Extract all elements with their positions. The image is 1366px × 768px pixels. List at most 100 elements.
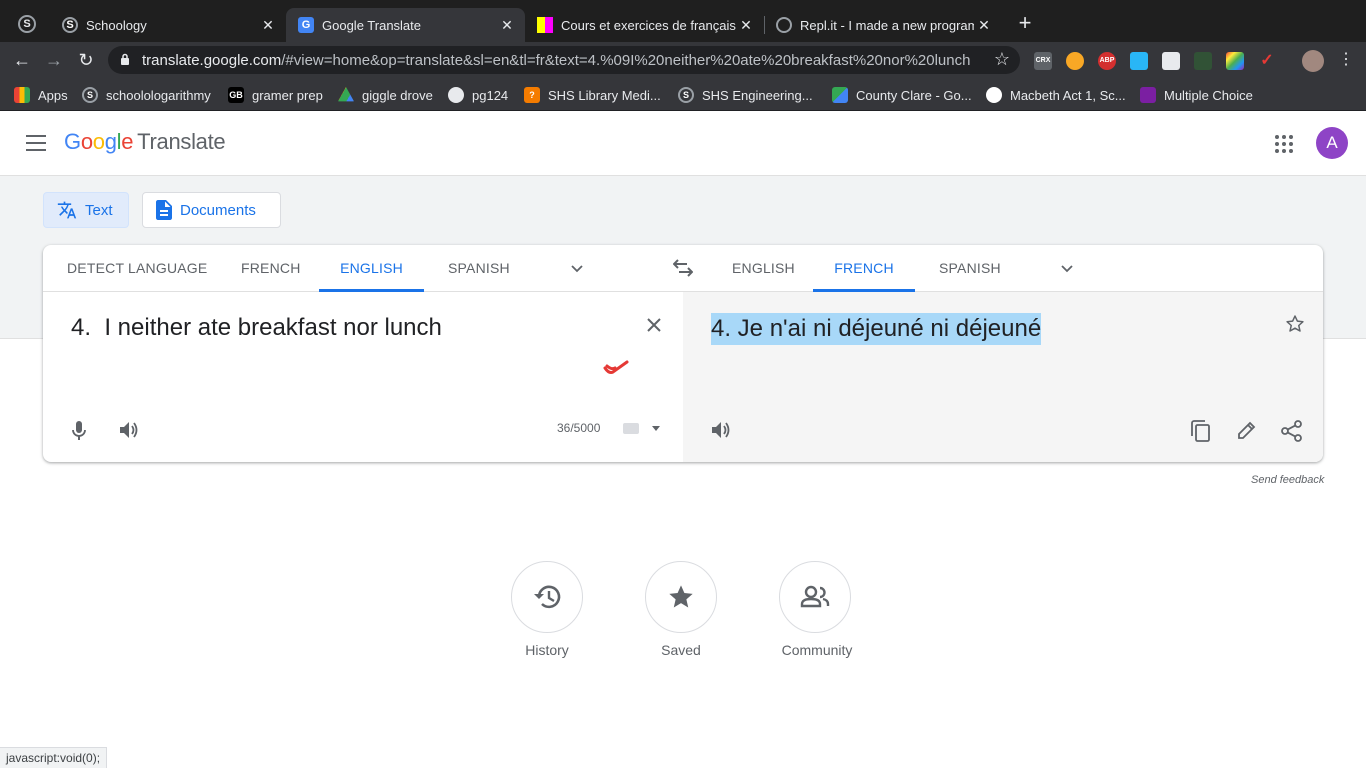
swap-languages-icon[interactable] <box>673 259 693 277</box>
edit-pencil-icon[interactable] <box>1237 420 1257 440</box>
target-lang-french[interactable]: French <box>813 245 915 292</box>
clear-source-close-icon[interactable] <box>645 316 663 334</box>
source-textarea[interactable]: 4. I neither ate breakfast nor lunch <box>71 314 442 342</box>
address-bar[interactable]: translate.google.com/#view=home&op=trans… <box>108 46 1020 74</box>
history-icon <box>534 585 561 609</box>
reload-icon[interactable]: ↻ <box>74 48 98 72</box>
globe-icon <box>448 87 464 103</box>
briefcase-extension-icon[interactable] <box>1162 52 1180 70</box>
lock-icon <box>121 53 129 65</box>
product-name: Translate <box>137 129 226 154</box>
translation-card: Detect language French English Spanish E… <box>43 245 1323 462</box>
forward-arrow-icon[interactable]: → <box>42 48 66 72</box>
target-lang-english[interactable]: English <box>732 245 795 292</box>
bookmark-county-clare[interactable]: County Clare - Go... <box>832 85 972 105</box>
close-tab-icon[interactable]: ✕ <box>974 17 994 34</box>
google-translate-logo[interactable]: Google Translate <box>64 129 226 155</box>
bookmark-label: pg124 <box>472 87 509 103</box>
source-pane: 4. I neither ate breakfast nor lunch 36/… <box>43 292 683 462</box>
text-mode-button[interactable]: Text <box>43 192 129 228</box>
saved-label: Saved <box>661 642 701 658</box>
keyboard-icon[interactable] <box>623 423 639 434</box>
bookmark-giggle-drove[interactable]: giggle drove <box>338 85 433 105</box>
bookmark-label: Macbeth Act 1, Sc... <box>1010 87 1126 103</box>
maps-icon <box>832 87 848 103</box>
bookmark-label: County Clare - Go... <box>856 87 972 103</box>
source-speaker-icon[interactable] <box>119 420 141 440</box>
new-tab-plus-icon[interactable]: + <box>1014 12 1036 34</box>
share-icon[interactable] <box>1281 420 1303 442</box>
apps-grid-icon <box>14 87 30 103</box>
documents-mode-button[interactable]: Documents <box>142 192 281 228</box>
copy-icon[interactable] <box>1191 420 1211 442</box>
bookmark-star-icon[interactable]: ☆ <box>994 49 1010 70</box>
red-checkmark-icon <box>603 360 629 374</box>
history-label: History <box>525 642 569 658</box>
translate-icon <box>57 201 77 219</box>
input-tools-caret-icon[interactable] <box>652 426 660 431</box>
colorful-favicon-icon <box>537 17 553 33</box>
bookmark-apps[interactable]: Apps <box>14 85 68 105</box>
bookmark-schoolologarithmy[interactable]: S schoolologarithmy <box>82 85 211 105</box>
document-icon <box>156 200 172 220</box>
target-lang-spanish[interactable]: Spanish <box>939 245 1001 292</box>
bookmark-macbeth[interactable]: Macbeth Act 1, Sc... <box>986 85 1126 105</box>
bookmark-gramer-prep[interactable]: GB gramer prep <box>228 85 323 105</box>
tab-title: Schoology <box>86 17 147 33</box>
profile-avatar[interactable] <box>1302 50 1324 72</box>
close-tab-icon[interactable]: ✕ <box>258 17 278 34</box>
close-tab-icon[interactable]: ✕ <box>736 17 756 34</box>
rainbow-extension-icon[interactable] <box>1226 52 1244 70</box>
green-extension-icon[interactable] <box>1194 52 1212 70</box>
gb-icon: GB <box>228 87 244 103</box>
bookmark-multiple-choice[interactable]: Multiple Choice <box>1140 85 1253 105</box>
tab-schoology[interactable]: S Schoology ✕ <box>50 8 286 42</box>
source-lang-french[interactable]: French <box>241 245 301 292</box>
target-speaker-icon[interactable] <box>711 420 733 440</box>
google-translate-favicon-icon: G <box>298 17 314 33</box>
microphone-icon[interactable] <box>71 420 87 442</box>
owl-extension-icon[interactable] <box>1066 52 1084 70</box>
back-arrow-icon[interactable]: ← <box>10 48 34 72</box>
close-tab-icon[interactable]: ✕ <box>497 17 517 34</box>
tab-google-translate[interactable]: G Google Translate ✕ <box>286 8 525 42</box>
source-lang-detect[interactable]: Detect language <box>67 245 207 292</box>
hamburger-menu-icon[interactable] <box>26 135 46 151</box>
send-feedback-link[interactable]: Send feedback <box>1251 474 1324 486</box>
bookmark-pg124[interactable]: pg124 <box>448 85 508 105</box>
bookmarks-bar: Apps S schoolologarithmy GB gramer prep … <box>0 78 1366 111</box>
bookmark-shs-engineering[interactable]: S SHS Engineering... <box>678 85 813 105</box>
tab-cours-francais[interactable]: Cours et exercices de français ✕ <box>525 8 764 42</box>
google-apps-grid-icon[interactable] <box>1275 135 1293 153</box>
source-lang-chevron-down-icon[interactable] <box>571 262 583 274</box>
tab-replit[interactable]: Repl.it - I made a new program ✕ <box>764 8 1002 42</box>
saved-button[interactable] <box>645 561 717 633</box>
save-translation-star-icon[interactable] <box>1285 314 1305 334</box>
history-button[interactable] <box>511 561 583 633</box>
red-check-extension-icon[interactable]: ✓ <box>1258 52 1276 70</box>
schoology-pinned-icon[interactable]: S <box>18 15 36 33</box>
source-lang-spanish[interactable]: Spanish <box>448 245 510 292</box>
language-bar: Detect language French English Spanish E… <box>43 245 1323 292</box>
url-path: /#view=home&op=translate&sl=en&tl=fr&tex… <box>281 52 971 69</box>
translate-header: Google Translate A <box>0 111 1366 176</box>
community-label: Community <box>781 642 853 658</box>
documents-mode-label: Documents <box>180 201 256 219</box>
target-lang-chevron-down-icon[interactable] <box>1061 262 1073 274</box>
bookmark-label: Apps <box>38 87 68 103</box>
translation-output[interactable]: 4. Je n'ai ni déjeuné ni déjeuné <box>711 313 1042 345</box>
community-button[interactable] <box>779 561 851 633</box>
adblock-plus-icon[interactable]: ABP <box>1098 52 1116 70</box>
bookmark-shs-library[interactable]: ? SHS Library Medi... <box>524 85 661 105</box>
crx-extension-icon[interactable]: CRX <box>1034 52 1052 70</box>
menu-kebab-icon[interactable]: ⋮ <box>1334 48 1358 72</box>
target-pane: 4. Je n'ai ni déjeuné ni déjeuné <box>683 292 1323 462</box>
tab-title: Google Translate <box>322 17 422 33</box>
blue-extension-icon[interactable] <box>1130 52 1148 70</box>
schoology-icon: S <box>678 87 694 103</box>
bookmark-label: Multiple Choice <box>1164 87 1253 103</box>
account-avatar[interactable]: A <box>1316 127 1348 159</box>
text-mode-label: Text <box>85 201 113 219</box>
source-lang-english[interactable]: English <box>319 245 424 292</box>
browser-toolbar: ← → ↻ translate.google.com/#view=home&op… <box>0 42 1366 78</box>
